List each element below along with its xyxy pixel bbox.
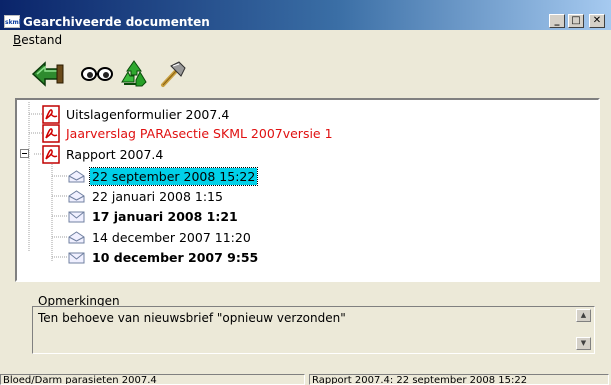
menu-bar: Bestand xyxy=(0,31,611,49)
status-right: Rapport 2007.4: 22 september 2008 15:22 xyxy=(309,374,609,385)
tree-item-rapport[interactable]: Rapport 2007.4 xyxy=(42,144,165,164)
window-title: Gearchiveerde documenten xyxy=(23,15,210,29)
pdf-icon xyxy=(42,144,60,164)
tree-item-jaarverslag[interactable]: Jaarverslag PARAsectie SKML 2007versie 1 xyxy=(42,123,335,143)
maximize-button[interactable]: □ xyxy=(568,14,584,28)
pdf-icon xyxy=(42,123,60,143)
minimize-button[interactable]: _ xyxy=(549,14,565,28)
back-arrow-icon xyxy=(31,61,64,87)
tree-item-label: 17 januari 2008 1:21 xyxy=(92,208,238,224)
tree-item-mailing[interactable]: 14 december 2007 11:20 xyxy=(68,227,253,247)
tree-item-label: Rapport 2007.4 xyxy=(66,146,164,162)
mail-open-icon xyxy=(68,230,85,243)
mail-open-icon xyxy=(68,189,85,202)
document-tree[interactable]: Uitslagenformulier 2007.4 Jaarverslag PA… xyxy=(15,98,600,282)
tree-item-label: Uitslagenformulier 2007.4 xyxy=(66,106,230,122)
tree-item-label: 22 september 2008 15:22 xyxy=(88,166,259,186)
remarks-text: Ten behoeve van nieuwsbrief "opnieuw ver… xyxy=(38,311,346,325)
tree-item-label: 22 januari 2008 1:15 xyxy=(92,188,223,204)
app-logo-icon: skml xyxy=(4,15,21,28)
tree-item-mailing[interactable]: 22 september 2008 15:22 xyxy=(68,166,259,186)
scroll-up-button[interactable]: ▲ xyxy=(576,309,591,322)
status-left: Bloed/Darm parasieten 2007.4 xyxy=(0,374,305,385)
status-bar: Bloed/Darm parasieten 2007.4 Rapport 200… xyxy=(0,372,611,385)
tree-item-mailing[interactable]: 22 januari 2008 1:15 xyxy=(68,186,225,206)
scroll-down-button[interactable]: ▼ xyxy=(576,337,591,350)
mail-closed-icon xyxy=(68,211,85,222)
tree-item-label: 14 december 2007 11:20 xyxy=(92,229,251,245)
view-glasses-icon xyxy=(81,67,113,81)
pdf-icon xyxy=(42,104,60,124)
recycle-button[interactable] xyxy=(117,57,151,91)
mail-closed-icon xyxy=(68,252,85,263)
tree-item-mailing[interactable]: 17 januari 2008 1:21 xyxy=(68,206,240,226)
collapse-toggle-icon[interactable] xyxy=(20,149,29,158)
tools-button[interactable] xyxy=(155,57,189,91)
view-button[interactable] xyxy=(80,57,114,91)
back-button[interactable] xyxy=(30,57,66,91)
tree-item-label: Jaarverslag PARAsectie SKML 2007versie 1 xyxy=(66,125,333,141)
title-bar: skml Gearchiveerde documenten _ □ ✕ xyxy=(0,0,611,30)
close-button[interactable]: ✕ xyxy=(589,14,605,28)
tree-item-uitslagenformulier[interactable]: Uitslagenformulier 2007.4 xyxy=(42,104,231,124)
toolbar xyxy=(0,53,611,95)
remarks-textarea[interactable]: Ten behoeve van nieuwsbrief "opnieuw ver… xyxy=(32,306,595,354)
tree-item-label: 10 december 2007 9:55 xyxy=(92,249,259,265)
mail-open-icon xyxy=(68,169,85,182)
menu-bestand[interactable]: Bestand xyxy=(13,33,62,47)
recycle-icon xyxy=(121,60,147,87)
hammer-icon xyxy=(161,61,186,87)
tree-item-mailing[interactable]: 10 december 2007 9:55 xyxy=(68,247,260,267)
